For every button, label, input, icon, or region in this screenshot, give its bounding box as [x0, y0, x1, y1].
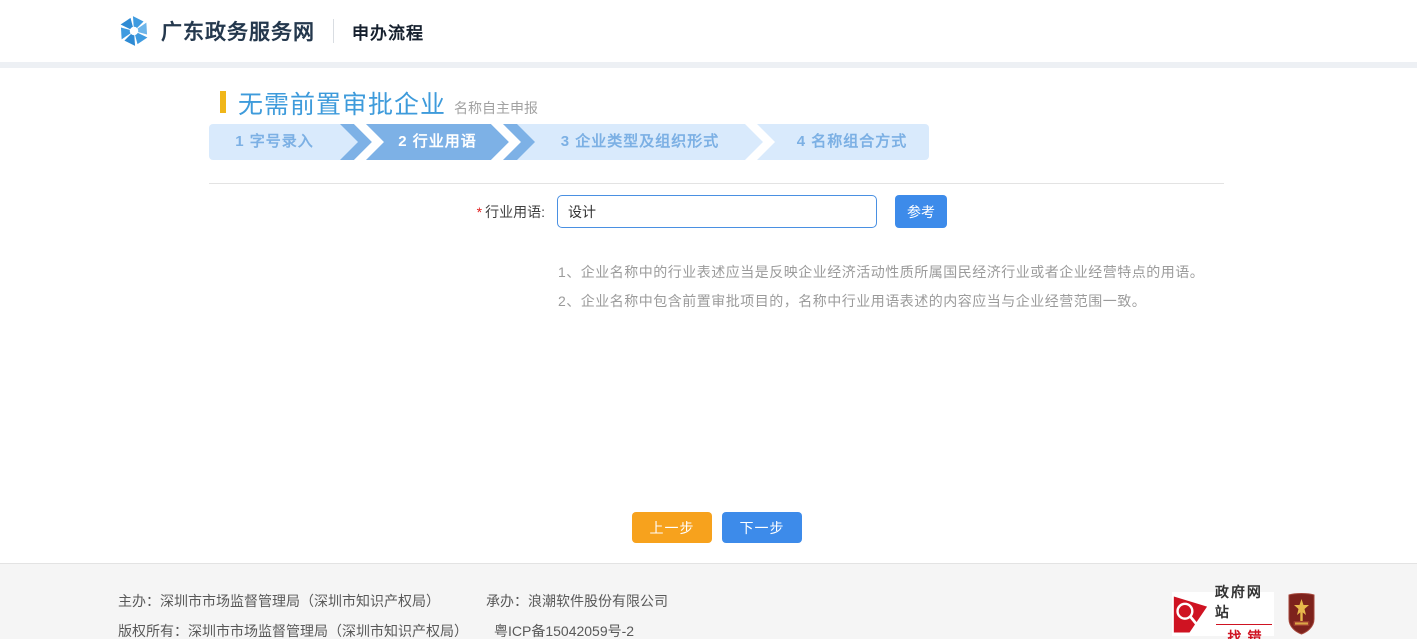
gdzwfw-pinwheel-logo-icon: [117, 14, 151, 48]
step-3-tab[interactable]: 3 企业类型及组织形式: [535, 124, 745, 160]
next-step-button[interactable]: 下一步: [722, 512, 802, 543]
brand-title[interactable]: 广东政务服务网: [161, 16, 315, 46]
page-title: 无需前置审批企业: [238, 85, 446, 121]
industry-term-label: *行业用语:: [430, 196, 545, 228]
footer: 主办：深圳市市场监督管理局（深圳市知识产权局）承办：浪潮软件股份有限公司 版权所…: [0, 563, 1417, 639]
tip-line-2: 2、企业名称中包含前置审批项目的，名称中行业用语表述的内容应当与企业经营范围一致…: [558, 291, 1146, 311]
industry-term-label-text: 行业用语:: [485, 204, 545, 220]
required-asterisk: *: [477, 204, 482, 220]
footer-host-label: 主办：: [118, 593, 160, 609]
footer-undertaker-label: 承办：: [486, 593, 528, 609]
error-badge-line1: 政府网站: [1215, 582, 1274, 622]
previous-step-button[interactable]: 上一步: [632, 512, 712, 543]
footer-undertaker-value: 浪潮软件股份有限公司: [528, 593, 668, 609]
header-divider: [333, 19, 334, 43]
header-bottom-band: [0, 62, 1417, 68]
page-subtitle: 名称自主申报: [454, 98, 538, 118]
footer-copyright-value: 深圳市市场监督管理局（深圳市知识产权局）: [188, 623, 468, 639]
error-report-magnifier-icon: [1172, 592, 1209, 636]
step-4-tab[interactable]: 4 名称组合方式: [775, 124, 929, 160]
step-wizard: 1 字号录入 2 行业用语 3 企业类型及组织形式 4 名称组合方式: [209, 124, 929, 160]
error-badge-divider: [1216, 624, 1272, 625]
gov-site-error-report-badge[interactable]: 政府网站 找错: [1172, 592, 1274, 636]
reference-button[interactable]: 参考: [895, 195, 947, 228]
header-section-title: 申办流程: [352, 19, 424, 44]
title-accent-bar: [220, 91, 226, 113]
footer-host-value: 深圳市市场监督管理局（深圳市知识产权局）: [160, 593, 440, 609]
content-divider: [209, 183, 1224, 184]
step-1-tab[interactable]: 1 字号录入: [209, 124, 340, 160]
footer-copyright-line: 版权所有：深圳市市场监督管理局（深圳市知识产权局） 粤ICP备15042059号-…: [118, 621, 634, 639]
tip-line-1: 1、企业名称中的行业表述应当是反映企业经济活动性质所属国民经济行业或者企业经营特…: [558, 262, 1204, 282]
header: 广东政务服务网 申办流程: [0, 0, 1417, 62]
footer-icp-number[interactable]: 粤ICP备15042059号-2: [494, 623, 634, 639]
gov-emblem-shield-icon[interactable]: [1287, 591, 1316, 635]
footer-copyright-label: 版权所有：: [118, 623, 188, 639]
step-2-tab-active[interactable]: 2 行业用语: [371, 124, 504, 160]
industry-term-input[interactable]: [557, 195, 877, 228]
footer-host-line: 主办：深圳市市场监督管理局（深圳市知识产权局） 承办：浪潮软件股份有限公司: [118, 591, 668, 611]
wizard-actions: 上一步 下一步: [632, 512, 802, 543]
error-badge-line2: 找错: [1221, 627, 1267, 639]
